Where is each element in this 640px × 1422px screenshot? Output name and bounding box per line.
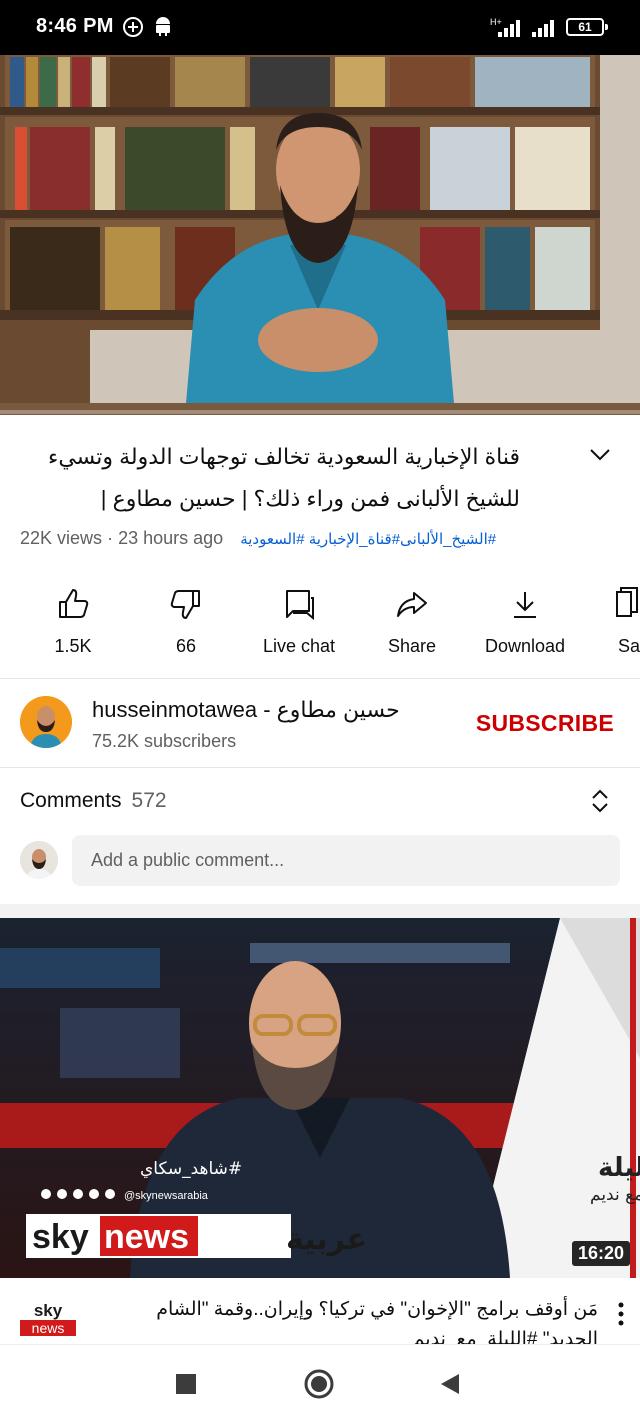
comments-count: 572 [131,789,167,812]
like-count: 1.5K [54,636,92,656]
subscribe-button[interactable]: SUBSCRIBE [476,710,614,737]
svg-text:news: news [104,1218,189,1256]
action-bar: 1.5K 66 Live chat Share Download Sa [0,586,640,666]
channel-row[interactable]: husseinmotawea - حسين مطاوع 75.2K subscr… [0,680,640,766]
comment-input[interactable]: Add a public comment... [72,835,620,886]
comments-label: Comments [20,789,122,812]
svg-text:sky: sky [32,1218,89,1256]
next-video-frame: #شاهد_سكاي @skynewsarabia sky news عربية… [0,918,640,1278]
next-video-info[interactable]: sky news مَن أوقف برامج "الإخوان" في ترك… [0,1280,640,1344]
subscriber-count: 75.2K subscribers [92,731,237,751]
next-video-thumbnail[interactable]: #شاهد_سكاي @skynewsarabia sky news عربية… [0,918,640,1278]
overlay-show-title: الليلة [598,1153,640,1183]
share-icon [397,592,427,617]
expand-collapse-icon[interactable] [590,788,610,814]
add-circle-icon [123,17,143,37]
channel-name[interactable]: husseinmotawea - حسين مطاوع [92,697,400,723]
save-label: Sa [618,636,640,656]
like-button[interactable]: 1.5K [18,586,128,657]
comments-header[interactable]: Comments 572 [20,789,167,813]
next-video-title[interactable]: مَن أوقف برامج "الإخوان" في تركيا؟ وإيرا… [98,1295,598,1344]
channel-avatar[interactable] [20,696,72,748]
save-button[interactable]: Sa [583,586,640,657]
thumbs-down-icon [170,590,200,619]
video-hashtags[interactable]: #الشيخ_الألبانى#قناة_الإخبارية #السعودية [240,531,496,548]
download-label: Download [484,636,566,656]
chevron-down-icon[interactable] [588,442,612,466]
divider [0,678,640,679]
live-chat-icon [286,590,314,621]
video-frame [0,55,640,415]
signal-icon [532,20,554,37]
divider [0,767,640,768]
recents-icon[interactable] [176,1374,196,1394]
dislike-button[interactable]: 66 [131,586,241,657]
status-time: 8:46 PM [36,15,114,37]
next-channel-logo[interactable]: sky news [18,1300,78,1344]
battery-icon: 61 [566,18,608,36]
live-chat-label: Live chat [262,636,336,656]
home-icon[interactable] [304,1369,334,1399]
user-avatar[interactable] [20,841,58,879]
svg-text:عربية: عربية [286,1222,367,1257]
more-vert-icon[interactable] [618,1302,624,1326]
dislike-count: 66 [175,636,197,656]
video-progress-bar[interactable] [0,410,640,414]
svg-text:H+: H+ [490,17,502,27]
overlay-show-subtitle: مع نديم [590,1185,640,1205]
share-button[interactable]: Share [357,586,467,657]
svg-text:news: news [32,1320,65,1336]
signal-icon: H+ [490,17,520,37]
android-icon [156,17,170,36]
video-meta: 22K views · 23 hours ago #الشيخ_الألبانى… [20,528,580,549]
upload-time: 23 hours ago [118,528,224,548]
system-nav-bar [0,1344,640,1422]
video-player[interactable] [0,55,640,415]
video-duration: 16:20 [571,1241,630,1266]
download-icon [514,592,536,618]
svg-text:sky: sky [34,1301,63,1320]
save-icon [616,587,638,617]
status-bar: 8:46 PM H+ 61 [0,0,640,55]
divider [0,904,640,918]
download-button[interactable]: Download [470,586,580,657]
overlay-handle: @skynewsarabia [124,1190,209,1202]
video-title[interactable]: قناة الإخبارية السعودية تخالف توجهات الد… [20,436,520,520]
view-count: 22K views [20,528,103,548]
overlay-hashtag: #شاهد_سكاي [140,1159,242,1179]
share-label: Share [387,636,437,656]
thumbs-up-icon [59,589,89,618]
live-chat-button[interactable]: Live chat [244,586,354,657]
back-icon[interactable] [440,1373,460,1395]
meta-separator: · [107,528,114,548]
